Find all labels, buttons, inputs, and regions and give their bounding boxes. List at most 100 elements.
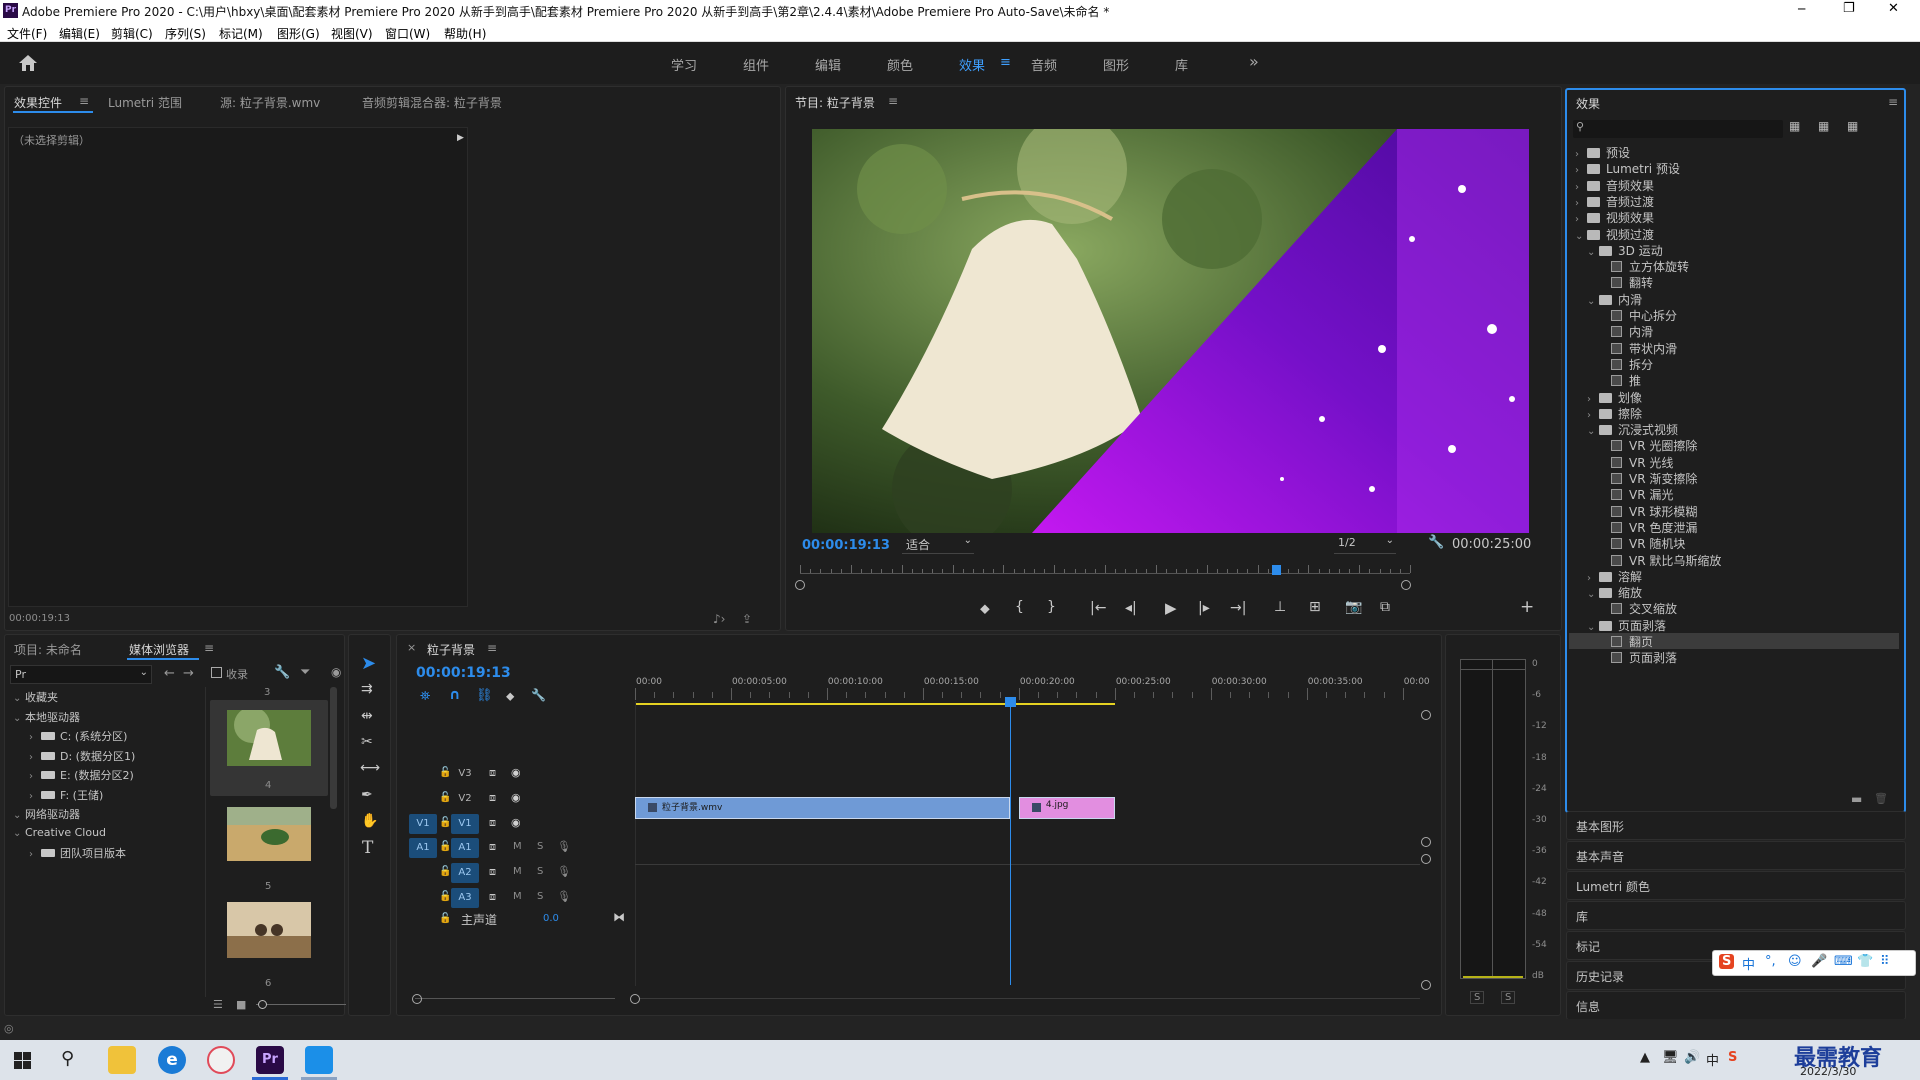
lock-icon[interactable]: 🔓 bbox=[439, 817, 451, 828]
expand-arrow-icon[interactable]: ▶ bbox=[457, 133, 464, 143]
tree-arrow-icon[interactable]: ⌄ bbox=[1587, 426, 1599, 437]
toggle-output-eye-icon[interactable]: ◉ bbox=[511, 766, 521, 779]
mark-in-icon[interactable]: { bbox=[1015, 599, 1024, 615]
vertical-zoom-handle[interactable] bbox=[1421, 980, 1431, 990]
lock-icon[interactable]: 🔓 bbox=[439, 841, 451, 852]
media-tree-item[interactable]: ⌄ 收藏夹 bbox=[9, 689, 58, 705]
vertical-zoom-handle[interactable] bbox=[1421, 854, 1431, 864]
resolution-dropdown[interactable]: 1/2 ⌄ bbox=[1334, 534, 1396, 554]
tree-arrow-icon[interactable]: › bbox=[1575, 149, 1587, 160]
home-icon[interactable] bbox=[18, 54, 38, 72]
tree-arrow-icon[interactable]: ⌄ bbox=[1587, 622, 1599, 633]
timeline-settings-wrench-icon[interactable]: 🔧 bbox=[531, 688, 546, 702]
solo-button[interactable]: S bbox=[537, 841, 543, 852]
edge-browser-icon[interactable]: e bbox=[158, 1046, 186, 1074]
tree-arrow-icon[interactable]: ⌄ bbox=[1575, 231, 1587, 242]
media-tree-item[interactable]: › E: (数据分区2) bbox=[9, 767, 134, 783]
export-frame-icon[interactable]: 📷 bbox=[1345, 599, 1362, 615]
share-icon[interactable]: ⇪ bbox=[742, 612, 752, 626]
tab-lumetri-scopes[interactable]: Lumetri 范围 bbox=[108, 94, 182, 111]
track-select-tool-icon[interactable]: ⇉ bbox=[361, 681, 373, 697]
effects-tree-item[interactable]: 交叉缩放 bbox=[1569, 600, 1899, 616]
menu-window[interactable]: 窗口(W) bbox=[385, 25, 430, 42]
go-to-out-icon[interactable]: →| bbox=[1230, 600, 1246, 616]
work-area-bar[interactable] bbox=[635, 703, 1115, 705]
ime-item[interactable]: ⌨ bbox=[1834, 954, 1853, 969]
tree-arrow-icon[interactable]: ⌄ bbox=[13, 693, 25, 704]
settings-wrench-icon[interactable]: 🔧 bbox=[1428, 535, 1444, 550]
effects-tree-item[interactable]: VR 随机块 bbox=[1569, 535, 1899, 551]
tray-icon[interactable]: 🔊 bbox=[1684, 1050, 1700, 1065]
toggle-output-eye-icon[interactable]: ◉ bbox=[511, 791, 521, 804]
voiceover-mic-icon[interactable]: 🎙 bbox=[557, 840, 571, 853]
timeline-playhead[interactable] bbox=[1010, 697, 1012, 985]
media-thumbnail[interactable]: 4 bbox=[210, 700, 328, 796]
tree-arrow-icon[interactable]: ⌄ bbox=[13, 810, 25, 821]
effects-tree-item[interactable]: ⌄ 视频过渡 bbox=[1569, 226, 1899, 242]
type-tool-icon[interactable]: T bbox=[362, 838, 373, 858]
effects-tree-item[interactable]: 翻页 bbox=[1569, 633, 1899, 649]
snap-icon[interactable]: ∩ bbox=[449, 687, 460, 703]
solo-button[interactable]: S bbox=[537, 866, 543, 877]
tab-audio-clip-mixer[interactable]: 音频剪辑混合器: 粒子背景 bbox=[362, 94, 502, 111]
solo-right-button[interactable]: S bbox=[1501, 991, 1516, 1004]
vertical-zoom-handle[interactable] bbox=[1421, 837, 1431, 847]
media-tree-item[interactable]: ⌄ Creative Cloud bbox=[9, 826, 106, 839]
panel-essential-sound[interactable]: 基本声音 bbox=[1566, 841, 1906, 870]
razor-tool-icon[interactable]: ✂ bbox=[361, 734, 373, 750]
timeline-timecode[interactable]: 00:00:19:13 bbox=[416, 665, 511, 681]
tab-project[interactable]: 项目: 未命名 bbox=[14, 641, 82, 658]
timeline-playhead-handle[interactable] bbox=[1005, 697, 1017, 707]
go-to-out-icon[interactable]: ⧓ bbox=[613, 910, 625, 924]
slip-tool-icon[interactable]: ⟷ bbox=[360, 760, 380, 776]
sync-lock-icon[interactable]: ⧈ bbox=[489, 840, 496, 854]
tree-arrow-icon[interactable]: ⌄ bbox=[1587, 296, 1599, 307]
voiceover-mic-icon[interactable]: 🎙 bbox=[557, 865, 571, 878]
ime-item[interactable]: 中 bbox=[1742, 954, 1755, 973]
effects-tree-item[interactable]: VR 球形模糊 bbox=[1569, 503, 1899, 519]
tray-icon[interactable]: S bbox=[1728, 1050, 1737, 1065]
workspace-assembly[interactable]: 组件 bbox=[743, 55, 769, 74]
forward-arrow-icon[interactable]: → bbox=[183, 666, 194, 681]
minimize-button[interactable]: ─ bbox=[1798, 2, 1805, 16]
ime-item[interactable]: ⠿ bbox=[1880, 954, 1890, 969]
effects-tree-item[interactable]: 内滑 bbox=[1569, 323, 1899, 339]
ingest-checkbox[interactable] bbox=[211, 667, 222, 678]
tree-arrow-icon[interactable]: › bbox=[1587, 410, 1599, 421]
tab-source[interactable]: 源: 粒子背景.wmv bbox=[220, 94, 320, 111]
add-marker-icon[interactable]: ⬥ bbox=[980, 601, 990, 617]
tray-icon[interactable]: 🖥 bbox=[1662, 1050, 1679, 1065]
button-editor-icon[interactable]: + bbox=[1520, 597, 1534, 617]
sync-lock-icon[interactable]: ⧈ bbox=[489, 766, 496, 780]
ingest-settings-wrench-icon[interactable]: 🔧 bbox=[274, 665, 290, 680]
back-arrow-icon[interactable]: ← bbox=[164, 666, 175, 681]
file-explorer-icon[interactable] bbox=[108, 1046, 136, 1074]
effects-tree-item[interactable]: 页面剥落 bbox=[1569, 649, 1899, 665]
step-forward-icon[interactable]: |▸ bbox=[1198, 600, 1210, 616]
solo-left-button[interactable]: S bbox=[1470, 991, 1485, 1004]
workspace-libraries[interactable]: 库 bbox=[1175, 55, 1188, 74]
search-icon[interactable]: ⚲ bbox=[61, 1048, 74, 1069]
effects-tree-item[interactable]: 推 bbox=[1569, 372, 1899, 388]
mark-out-icon[interactable]: } bbox=[1047, 599, 1056, 615]
effects-tree-item[interactable]: › 溶解 bbox=[1569, 568, 1899, 584]
effects-tree-item[interactable]: VR 色度泄漏 bbox=[1569, 519, 1899, 535]
sync-lock-icon[interactable]: ⧈ bbox=[489, 865, 496, 879]
zoom-slider-handle[interactable] bbox=[258, 1000, 267, 1009]
step-back-icon[interactable]: ◂| bbox=[1125, 600, 1137, 616]
media-tree-item[interactable]: › C: (系统分区) bbox=[9, 728, 127, 744]
workspace-menu-icon[interactable]: ≡ bbox=[1000, 55, 1011, 70]
pen-tool-icon[interactable]: ✒ bbox=[361, 787, 373, 803]
program-playhead[interactable] bbox=[1271, 565, 1281, 575]
ime-item[interactable]: S bbox=[1719, 954, 1735, 969]
effects-tree-item[interactable]: › 预设 bbox=[1569, 144, 1899, 160]
tab-media-browser[interactable]: 媒体浏览器 bbox=[129, 641, 189, 658]
workspace-learn[interactable]: 学习 bbox=[671, 55, 697, 74]
media-thumbnail[interactable]: 5 bbox=[210, 805, 328, 897]
tree-arrow-icon[interactable]: › bbox=[29, 771, 41, 782]
mute-button[interactable]: M bbox=[513, 866, 522, 877]
workspace-audio[interactable]: 音频 bbox=[1031, 55, 1057, 74]
tree-arrow-icon[interactable]: ⌄ bbox=[13, 713, 25, 724]
menu-graphics[interactable]: 图形(G) bbox=[277, 25, 320, 42]
tree-arrow-icon[interactable]: › bbox=[29, 752, 41, 763]
